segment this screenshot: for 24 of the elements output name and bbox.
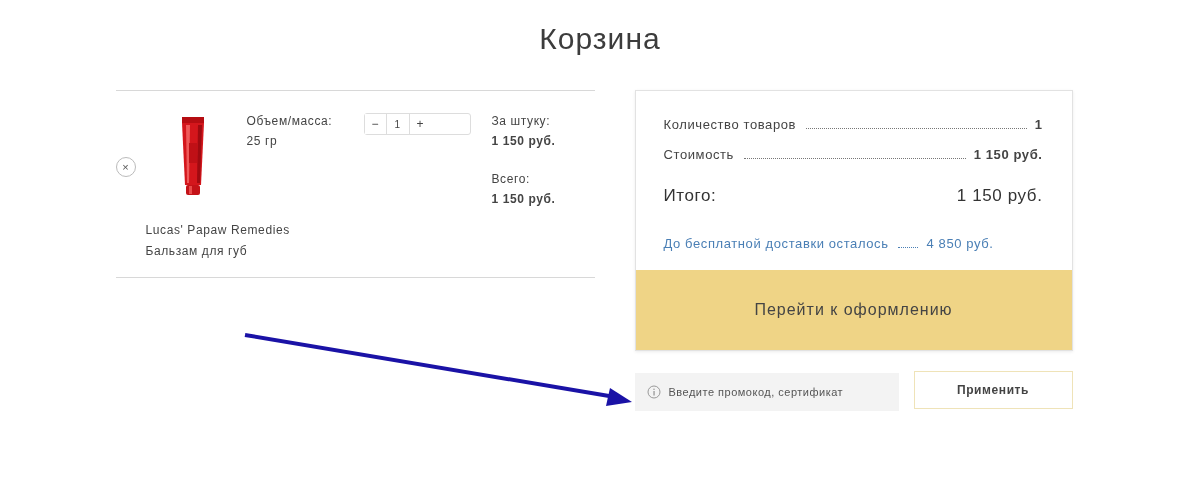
unit-price: 1 150 руб. — [491, 133, 557, 150]
page-title: Корзина — [539, 22, 661, 56]
item-total: 1 150 руб. — [491, 191, 557, 208]
apply-button[interactable]: Применить — [913, 371, 1073, 409]
attribute-value: 25 гр — [246, 133, 279, 150]
unit-price-label: За штуку: — [491, 113, 552, 130]
free-delivery-value: 4 850 руб. — [926, 236, 994, 251]
total-label: Всего: — [491, 171, 531, 188]
quantity-stepper[interactable]: − 1 + — [363, 113, 471, 135]
summary-value: 1 150 руб. — [973, 147, 1043, 162]
product-description: Бальзам для губ — [145, 244, 248, 259]
total-label: Итого: — [663, 186, 717, 206]
product-name: Lucas' Papaw Remedies — [145, 223, 290, 238]
promo-code-field[interactable]: Введите промокод, сертификат — [634, 373, 899, 411]
checkout-button[interactable]: Перейти к оформлению — [635, 270, 1072, 350]
summary-label: Стоимость — [663, 147, 734, 162]
summary-label: Количество товаров — [663, 117, 797, 132]
total-value: 1 150 руб. — [956, 186, 1043, 206]
remove-button[interactable]: × — [115, 157, 136, 177]
free-delivery-label: До бесплатной доставки осталось — [663, 236, 889, 251]
quantity-value: 1 — [385, 114, 410, 134]
summary-value: 1 — [1034, 117, 1043, 132]
info-icon — [646, 385, 661, 399]
attribute-label: Объем/масса: — [246, 113, 334, 130]
